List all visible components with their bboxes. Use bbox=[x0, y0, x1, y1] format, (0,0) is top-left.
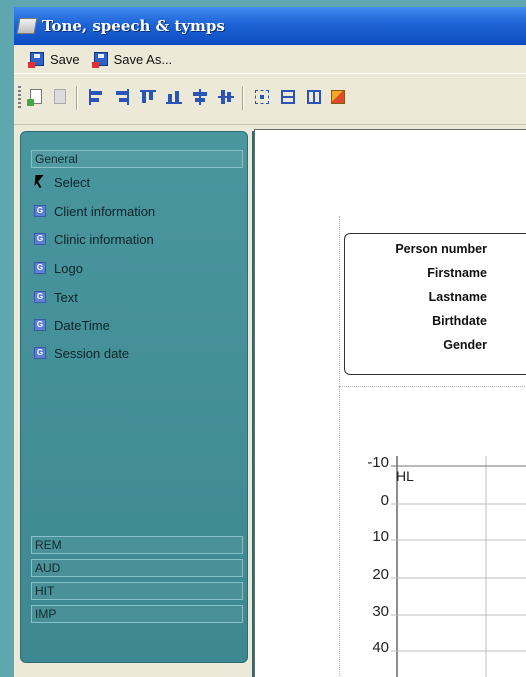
grid-icon bbox=[280, 89, 296, 105]
align-bottom-icon bbox=[166, 89, 182, 105]
toolbar bbox=[14, 73, 526, 125]
select-region-button[interactable] bbox=[252, 87, 272, 107]
y-tick-label: -10 bbox=[367, 454, 389, 471]
align-right-button[interactable] bbox=[112, 87, 132, 107]
disabled-document-button[interactable] bbox=[50, 87, 70, 107]
y-tick-label: 20 bbox=[372, 566, 389, 583]
field-birthdate: Birthdate bbox=[432, 314, 487, 328]
toolbox-item-label: Logo bbox=[54, 260, 83, 276]
disabled-document-icon bbox=[54, 89, 66, 104]
audiogram-chart[interactable]: HL -10 0 10 20 30 40 bbox=[339, 448, 526, 677]
columns-button[interactable] bbox=[304, 87, 324, 107]
g-icon: G bbox=[34, 319, 46, 331]
field-lastname: Lastname bbox=[428, 290, 487, 304]
toolbox-item-select[interactable]: Select bbox=[34, 173, 90, 191]
save-icon bbox=[28, 52, 44, 68]
title-bar[interactable]: Tone, speech & tymps bbox=[14, 7, 526, 45]
client-info-box[interactable]: Person number Firstname Lastname Birthda… bbox=[344, 233, 526, 375]
g-icon: G bbox=[34, 291, 46, 303]
save-as-icon bbox=[91, 52, 108, 68]
center-horizontal-button[interactable] bbox=[190, 87, 210, 107]
field-person-number: Person number bbox=[395, 242, 487, 256]
color-button[interactable] bbox=[328, 87, 348, 107]
group-header-imp[interactable]: IMP bbox=[31, 605, 243, 623]
pointer-arrow-icon bbox=[34, 175, 46, 189]
toolbox-item-datetime[interactable]: G DateTime bbox=[34, 316, 110, 334]
y-tick-label: 0 bbox=[380, 492, 389, 509]
toolbox-item-label: Session date bbox=[54, 345, 130, 361]
y-tick-label: 10 bbox=[372, 528, 389, 545]
y-tick-label: 30 bbox=[372, 603, 389, 620]
toolbox-panel: General Select G Client information G Cl… bbox=[20, 131, 248, 663]
toolbar-grip[interactable] bbox=[18, 86, 21, 110]
toolbox-item-label: DateTime bbox=[54, 317, 110, 333]
save-label: Save bbox=[50, 51, 80, 67]
g-icon: G bbox=[34, 205, 46, 217]
columns-icon bbox=[306, 89, 322, 105]
group-header-general[interactable]: General bbox=[31, 150, 243, 168]
grid-button[interactable] bbox=[278, 87, 298, 107]
toolbox-item-label: Select bbox=[54, 174, 91, 190]
toolbox-item-text[interactable]: G Text bbox=[34, 288, 78, 306]
guide-line bbox=[339, 386, 526, 387]
save-button[interactable]: Save bbox=[28, 51, 80, 68]
y-tick-label: 40 bbox=[372, 639, 389, 656]
toolbar-separator bbox=[242, 86, 244, 110]
center-horizontal-icon bbox=[192, 89, 208, 105]
new-document-button[interactable] bbox=[26, 87, 46, 107]
toolbox-item-label: Text bbox=[54, 289, 78, 305]
group-header-rem[interactable]: REM bbox=[31, 536, 243, 554]
toolbox-item-session-date[interactable]: G Session date bbox=[34, 344, 129, 362]
g-icon: G bbox=[34, 347, 46, 359]
g-icon: G bbox=[34, 233, 46, 245]
g-icon: G bbox=[34, 262, 46, 274]
group-header-hit[interactable]: HIT bbox=[31, 582, 243, 600]
align-top-button[interactable] bbox=[138, 87, 158, 107]
application-window: Tone, speech & tymps Save Save As... Gen… bbox=[14, 7, 526, 677]
chart-unit-label: HL bbox=[396, 468, 414, 484]
align-left-button[interactable] bbox=[86, 87, 106, 107]
app-icon bbox=[16, 18, 38, 34]
toolbox-item-logo[interactable]: G Logo bbox=[34, 259, 83, 277]
toolbox-item-label: Client information bbox=[54, 203, 156, 219]
save-as-button[interactable]: Save As... bbox=[91, 51, 173, 68]
field-firstname: Firstname bbox=[427, 266, 487, 280]
align-bottom-button[interactable] bbox=[164, 87, 184, 107]
select-region-icon bbox=[254, 89, 270, 105]
color-icon bbox=[331, 90, 345, 104]
center-vertical-icon bbox=[218, 89, 234, 105]
field-gender: Gender bbox=[443, 338, 487, 352]
align-left-icon bbox=[88, 89, 104, 105]
center-vertical-button[interactable] bbox=[216, 87, 236, 107]
align-top-icon bbox=[140, 89, 156, 105]
save-as-label: Save As... bbox=[113, 51, 173, 67]
toolbox-item-label: Clinic information bbox=[54, 231, 154, 247]
group-header-aud[interactable]: AUD bbox=[31, 559, 243, 577]
toolbar-separator bbox=[76, 86, 78, 110]
window-title: Tone, speech & tymps bbox=[42, 17, 225, 35]
menu-bar: Save Save As... bbox=[14, 45, 526, 73]
toolbox-item-clinic-information[interactable]: G Clinic information bbox=[34, 230, 154, 248]
align-right-icon bbox=[114, 89, 130, 105]
report-canvas[interactable]: Person number Firstname Lastname Birthda… bbox=[254, 129, 526, 677]
new-document-icon bbox=[27, 89, 42, 106]
toolbox-item-client-information[interactable]: G Client information bbox=[34, 202, 155, 220]
